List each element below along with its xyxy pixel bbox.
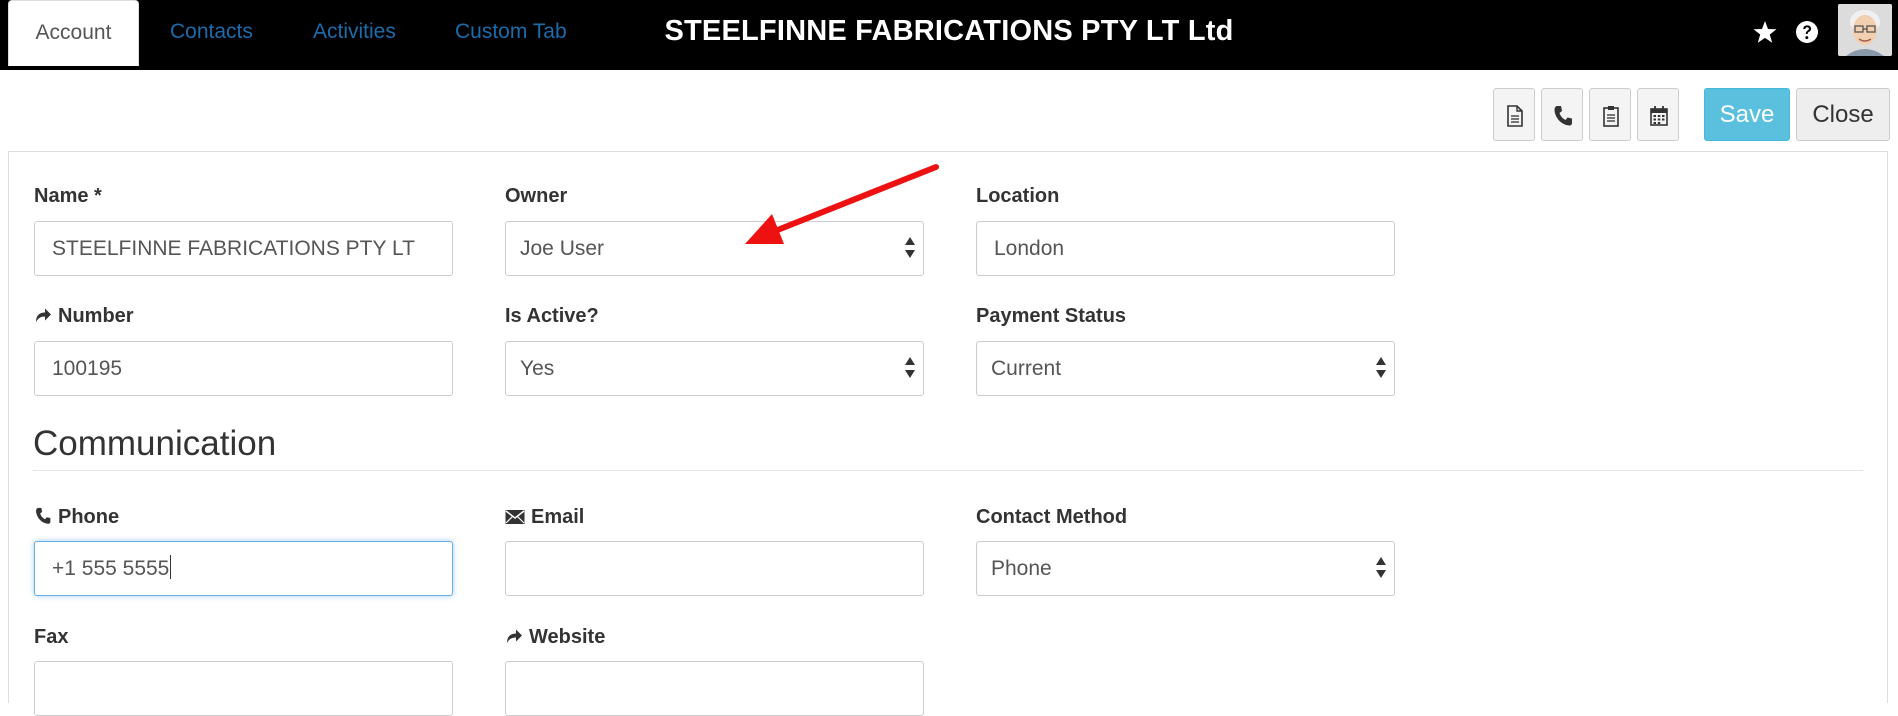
payment-status-label: Payment Status	[976, 305, 1127, 327]
payment-status-value: Current	[991, 357, 1062, 380]
is-active-value: Yes	[520, 357, 555, 380]
log-call-button[interactable]	[1541, 88, 1583, 141]
phone-label-wrap: Phone	[34, 504, 119, 530]
website-field[interactable]	[505, 661, 924, 716]
envelope-icon	[505, 510, 525, 524]
annotation-arrow-icon	[745, 164, 939, 244]
tab-activities[interactable]: Activities	[313, 0, 396, 64]
phone-icon	[1554, 106, 1572, 126]
contact-method-value: Phone	[991, 557, 1052, 580]
select-caret-icon	[1376, 357, 1386, 379]
section-heading-communication: Communication	[33, 424, 277, 463]
location-field[interactable]: London	[976, 221, 1395, 276]
star-icon[interactable]	[1749, 16, 1781, 48]
add-event-button[interactable]	[1637, 88, 1679, 141]
owner-label: Owner	[505, 185, 568, 207]
number-label: Number	[58, 305, 134, 327]
tab-account[interactable]: Account	[8, 0, 139, 66]
close-button[interactable]: Close	[1796, 88, 1890, 141]
clipboard-icon	[1603, 106, 1619, 127]
share-arrow-icon	[507, 629, 522, 643]
select-caret-icon	[905, 357, 915, 379]
text-cursor	[170, 555, 172, 579]
email-field[interactable]	[505, 541, 924, 596]
contact-method-select[interactable]: Phone	[976, 541, 1395, 596]
phone-icon	[36, 507, 51, 524]
select-caret-icon	[1376, 557, 1386, 579]
add-note-button[interactable]	[1493, 88, 1535, 141]
avatar[interactable]	[1838, 4, 1892, 56]
name-field[interactable]: STEELFINNE FABRICATIONS PTY LT	[34, 221, 453, 276]
number-field[interactable]: 100195	[34, 341, 453, 396]
tab-divider	[8, 151, 1888, 152]
name-label: Name *	[34, 185, 102, 207]
top-bar: STEELFINNE FABRICATIONS PTY LT Ltd	[0, 0, 1898, 70]
fax-field[interactable]	[34, 661, 453, 716]
is-active-select[interactable]: Yes	[505, 341, 924, 396]
tab-contacts[interactable]: Contacts	[170, 0, 253, 64]
owner-value: Joe User	[520, 237, 605, 260]
email-label-wrap: Email	[505, 504, 584, 530]
add-task-button[interactable]	[1589, 88, 1631, 141]
payment-status-select[interactable]: Current	[976, 341, 1395, 396]
contact-method-label: Contact Method	[976, 506, 1128, 528]
number-label-wrap: Number	[34, 303, 134, 329]
website-label: Website	[529, 626, 606, 648]
is-active-label: Is Active?	[505, 305, 599, 327]
tab-custom[interactable]: Custom Tab	[455, 0, 567, 64]
fax-label: Fax	[34, 626, 69, 648]
document-icon	[1507, 105, 1523, 127]
share-arrow-icon	[36, 308, 51, 322]
calendar-icon	[1650, 106, 1668, 126]
page-title: STEELFINNE FABRICATIONS PTY LT Ltd	[664, 15, 1234, 47]
location-label: Location	[976, 185, 1060, 207]
help-icon[interactable]	[1791, 16, 1823, 48]
save-button[interactable]: Save	[1704, 88, 1790, 141]
section-divider	[33, 470, 1863, 471]
phone-field[interactable]: +1 555 5555	[34, 541, 453, 596]
email-label: Email	[531, 506, 585, 528]
phone-value: +1 555 5555	[52, 557, 170, 580]
phone-label: Phone	[58, 506, 120, 528]
website-label-wrap: Website	[505, 624, 605, 650]
